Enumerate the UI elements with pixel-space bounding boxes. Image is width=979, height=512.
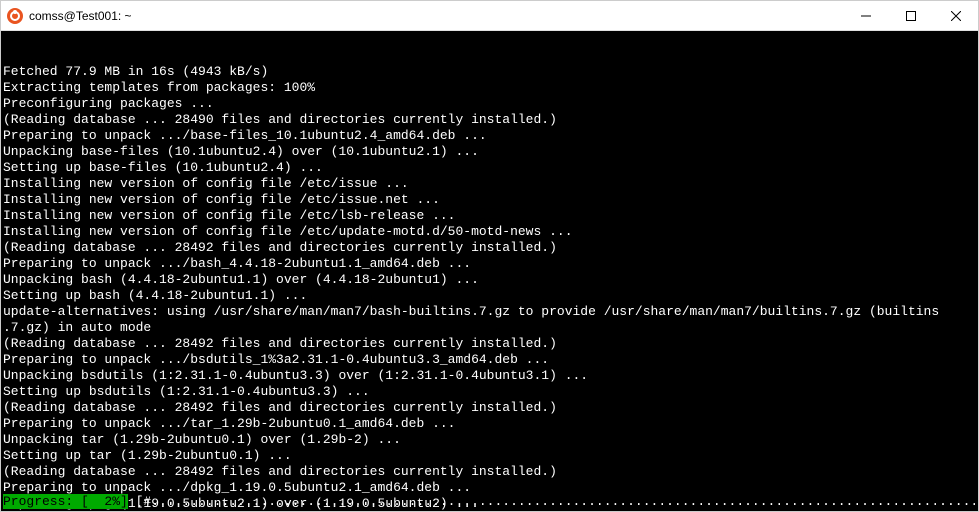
terminal-lines: Fetched 77.9 MB in 16s (4943 kB/s)Extrac… (3, 64, 976, 511)
terminal-line: Setting up bash (4.4.18-2ubuntu1.1) ... (3, 288, 976, 304)
window-title: comss@Test001: ~ (29, 9, 843, 23)
terminal-line: Preparing to unpack .../tar_1.29b-2ubunt… (3, 416, 976, 432)
ubuntu-icon (7, 8, 23, 24)
maximize-button[interactable] (888, 1, 933, 30)
terminal-line: Unpacking base-files (10.1ubuntu2.4) ove… (3, 144, 976, 160)
terminal-window: comss@Test001: ~ Fetched 77.9 MB in 16s … (0, 0, 979, 512)
minimize-button[interactable] (843, 1, 888, 30)
terminal-line: Preparing to unpack .../bash_4.4.18-2ubu… (3, 256, 976, 272)
terminal-line: Unpacking bsdutils (1:2.31.1-0.4ubuntu3.… (3, 368, 976, 384)
terminal-output[interactable]: Fetched 77.9 MB in 16s (4943 kB/s)Extrac… (1, 31, 978, 511)
terminal-line: Installing new version of config file /e… (3, 192, 976, 208)
terminal-line: Setting up bsdutils (1:2.31.1-0.4ubuntu3… (3, 384, 976, 400)
close-button[interactable] (933, 1, 978, 30)
terminal-line: Fetched 77.9 MB in 16s (4943 kB/s) (3, 64, 976, 80)
window-controls (843, 1, 978, 30)
terminal-line: (Reading database ... 28490 files and di… (3, 112, 976, 128)
terminal-line: update-alternatives: using /usr/share/ma… (3, 304, 976, 320)
terminal-line: (Reading database ... 28492 files and di… (3, 400, 976, 416)
terminal-line: Preparing to unpack .../base-files_10.1u… (3, 128, 976, 144)
terminal-line: Setting up base-files (10.1ubuntu2.4) ..… (3, 160, 976, 176)
terminal-line: Installing new version of config file /e… (3, 208, 976, 224)
terminal-line: (Reading database ... 28492 files and di… (3, 464, 976, 480)
terminal-line: Setting up tar (1.29b-2ubuntu0.1) ... (3, 448, 976, 464)
terminal-line: Extracting templates from packages: 100% (3, 80, 976, 96)
title-bar: comss@Test001: ~ (1, 1, 978, 31)
terminal-line: (Reading database ... 28492 files and di… (3, 336, 976, 352)
terminal-line: Installing new version of config file /e… (3, 176, 976, 192)
terminal-line: (Reading database ... 28492 files and di… (3, 240, 976, 256)
terminal-line: Unpacking bash (4.4.18-2ubuntu1.1) over … (3, 272, 976, 288)
terminal-line: Unpacking tar (1.29b-2ubuntu0.1) over (1… (3, 432, 976, 448)
terminal-line: Installing new version of config file /e… (3, 224, 976, 240)
progress-label: Progress: [ 2%] (3, 494, 128, 509)
progress-row: Progress: [ 2%] [#......................… (1, 494, 978, 511)
terminal-line: Preparing to unpack .../bsdutils_1%3a2.3… (3, 352, 976, 368)
terminal-line: .7.gz) in auto mode (3, 320, 976, 336)
progress-bar: [#......................................… (128, 494, 978, 509)
terminal-line: Preconfiguring packages ... (3, 96, 976, 112)
